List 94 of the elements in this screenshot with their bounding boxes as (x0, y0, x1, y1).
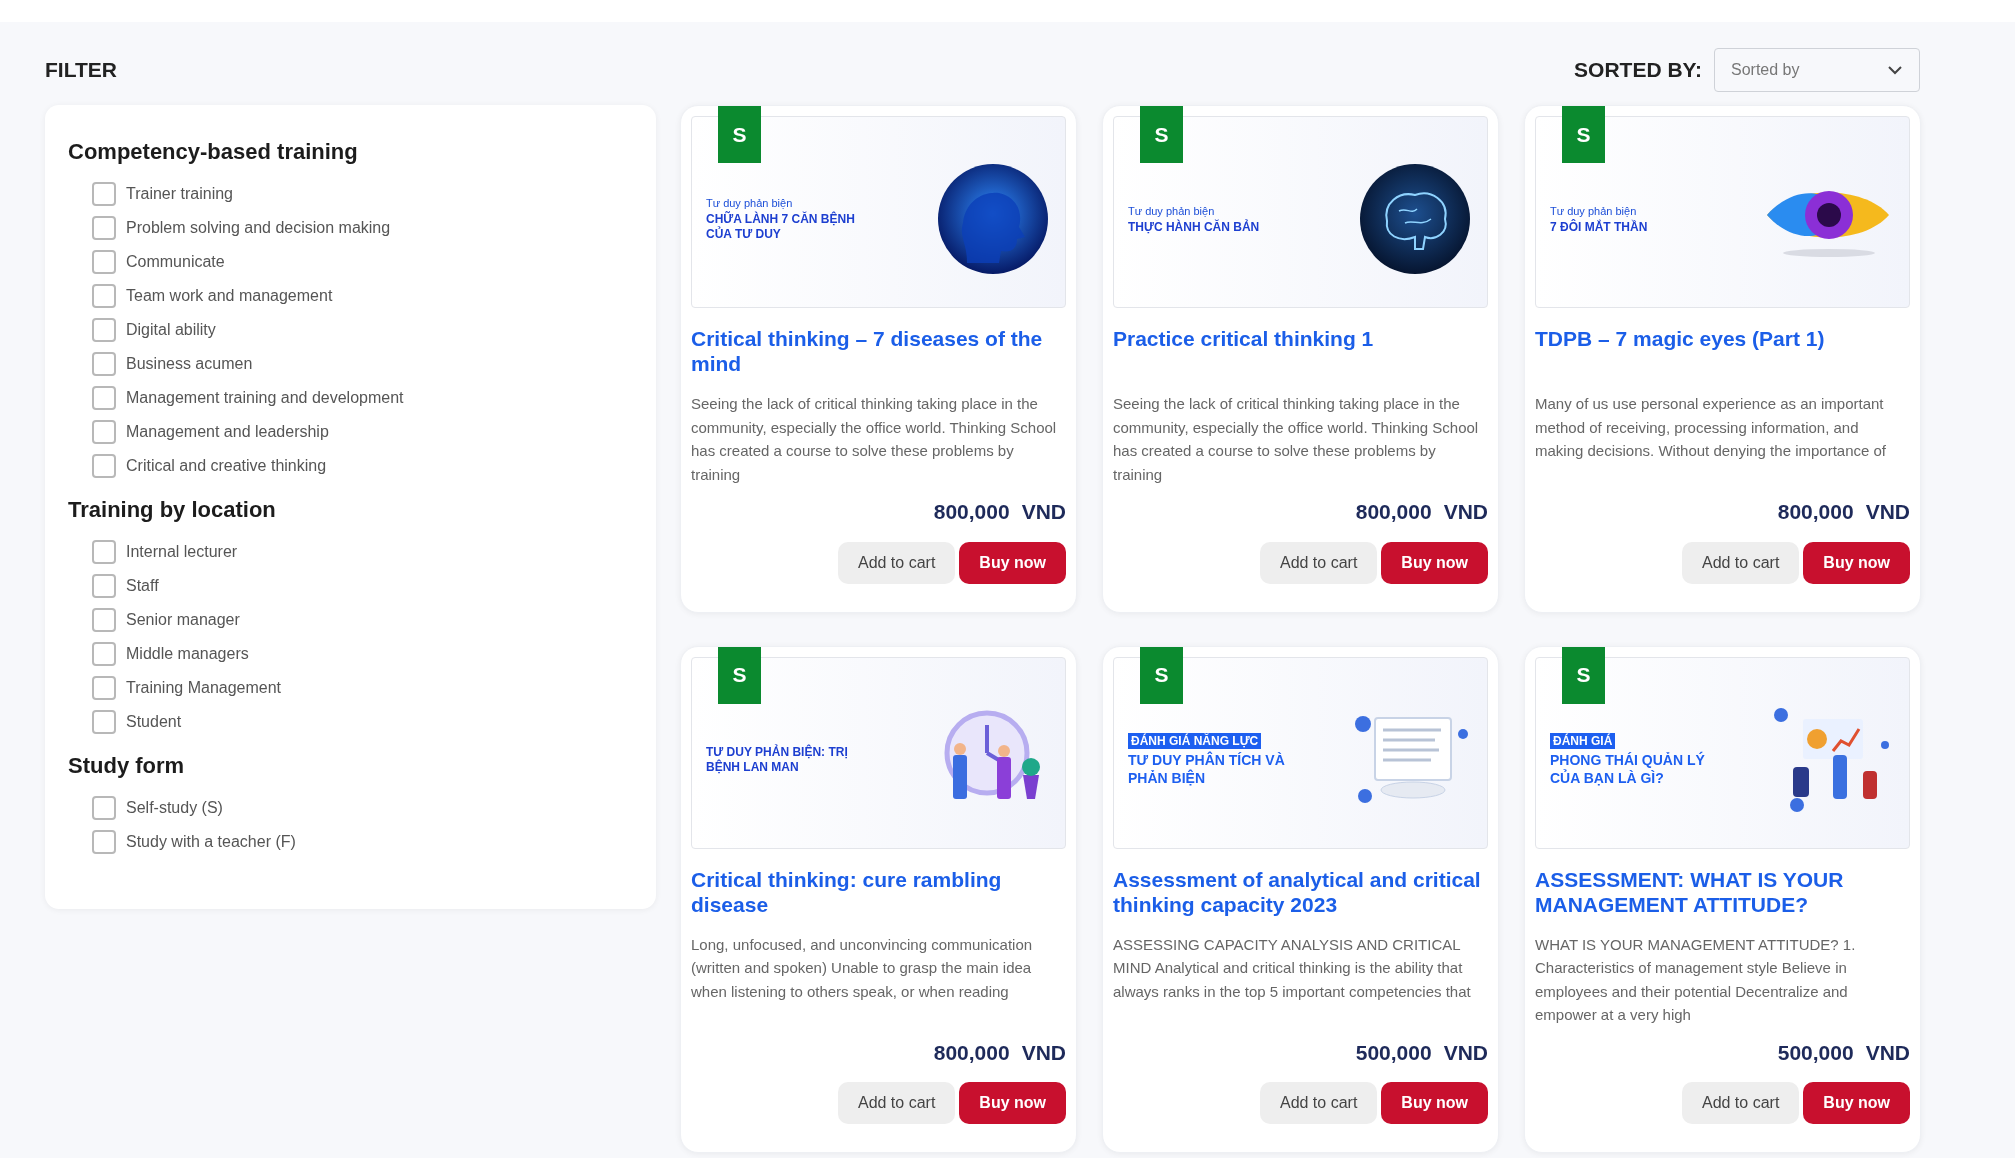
add-to-cart-button[interactable]: Add to cart (837, 1082, 956, 1124)
course-description: Long, unfocused, and unconvincing communication (written and spoken) Unable to grasp the main idea when listening to others speak, or when reading (691, 934, 1034, 1002)
add-to-cart-button[interactable]: Add to cart (1259, 541, 1378, 584)
banner-tag: ĐÁNH GIÁ NĂNG LỰC (1128, 732, 1262, 749)
filter-checkbox[interactable] (92, 608, 116, 632)
course-badge: S (718, 646, 761, 704)
course-badge: S (1140, 646, 1183, 704)
filter-option-label[interactable]: Training Management (126, 676, 282, 700)
course-price: 500,000 (1777, 1039, 1854, 1066)
buy-now-button[interactable]: Buy now (1381, 1082, 1488, 1124)
banner-tagline: Tư duy phản biện (1128, 203, 1216, 218)
filter-option-label[interactable]: Self-study (S) (126, 796, 223, 820)
filter-checkbox[interactable] (92, 540, 116, 564)
banner-tag: ĐÁNH GIÁ (1550, 732, 1616, 749)
course-badge: S (718, 106, 761, 163)
filter-checkbox[interactable] (92, 250, 116, 274)
filter-checkbox[interactable] (92, 830, 116, 854)
filter-option-label[interactable]: Trainer training (126, 182, 233, 206)
sort-label: SORTED BY: (1574, 57, 1702, 84)
filter-option-label[interactable]: Study with a teacher (F) (126, 830, 296, 854)
filter-checkbox[interactable] (92, 284, 116, 308)
course-description: Seeing the lack of critical thinking taking place in the community, especially the office world. Thinking School has created a course to solve these problems by training (1113, 394, 1480, 485)
add-to-cart-button[interactable]: Add to cart (1259, 1082, 1378, 1124)
banner-headline: CHỮA LÀNH 7 CĂN BỆNH CỦA TƯ DUY (706, 212, 856, 242)
course-title[interactable]: ASSESSMENT: WHAT IS YOUR MANAGEMENT ATTITUDE? (1535, 866, 1910, 917)
course-title[interactable]: Assessment of analytical and critical thinking capacity 2023 (1113, 866, 1488, 917)
filter-checkbox[interactable] (92, 676, 116, 700)
course-price: 500,000 (1355, 1039, 1432, 1066)
filter-option-label[interactable]: Middle managers (126, 642, 249, 666)
currency: VND (1865, 499, 1910, 525)
filter-checkbox[interactable] (92, 182, 116, 206)
filter-group-heading: Study form (68, 752, 186, 780)
buy-now-button[interactable]: Buy now (959, 541, 1066, 584)
filter-group-heading: Training by location (68, 496, 277, 524)
course-description: Seeing the lack of critical thinking taking place in the community, especially the office world. Thinking School has created a course to solve these problems by training (691, 394, 1058, 485)
filter-checkbox[interactable] (92, 454, 116, 478)
chevron-down-icon (1887, 65, 1903, 75)
sort-dropdown[interactable]: Sorted by (1714, 48, 1920, 92)
banner-headline: PHONG THÁI QUẢN LÝ CỦA BẠN LÀ GÌ? (1550, 750, 1706, 787)
filter-checkbox[interactable] (92, 710, 116, 734)
filter-checkbox[interactable] (92, 318, 116, 342)
add-to-cart-button[interactable]: Add to cart (1681, 541, 1800, 584)
buy-now-button[interactable]: Buy now (1803, 1082, 1910, 1124)
course-badge: S (1562, 646, 1605, 704)
course-price: 800,000 (1355, 499, 1432, 525)
filter-option-label[interactable]: Digital ability (126, 318, 216, 342)
add-to-cart-button[interactable]: Add to cart (1681, 1082, 1800, 1124)
course-title[interactable]: Critical thinking: cure rambling disease (691, 866, 1066, 917)
banner-tagline: Tư duy phản biện (1550, 203, 1638, 218)
buy-now-button[interactable]: Buy now (1381, 541, 1488, 584)
filter-option-label[interactable]: Staff (126, 574, 159, 598)
buy-now-button[interactable]: Buy now (1803, 541, 1910, 584)
course-price: 800,000 (1777, 499, 1854, 525)
filter-option-label[interactable]: Management training and development (126, 386, 404, 410)
filter-option-label[interactable]: Critical and creative thinking (126, 454, 327, 478)
filter-checkbox[interactable] (92, 216, 116, 240)
banner-headline: 7 ĐÔI MẮT THẦN (1550, 219, 1649, 235)
filter-checkbox[interactable] (92, 386, 116, 410)
course-title[interactable]: Critical thinking – 7 diseases of the mind (691, 326, 1066, 376)
filter-option-label[interactable]: Team work and management (126, 284, 333, 308)
filter-checkbox[interactable] (92, 352, 116, 376)
currency: VND (1443, 1039, 1488, 1066)
currency: VND (1443, 499, 1488, 525)
banner-headline: TƯ DUY PHẢN BIỆN: TRỊ BỆNH LAN MAN (706, 744, 849, 775)
add-to-cart-button[interactable]: Add to cart (837, 541, 956, 584)
banner-headline: THỰC HÀNH CĂN BẢN (1128, 219, 1261, 235)
filter-option-label[interactable]: Student (126, 710, 182, 734)
currency: VND (1865, 1039, 1910, 1066)
filter-checkbox[interactable] (92, 420, 116, 444)
filter-option-label[interactable]: Business acumen (126, 352, 253, 376)
currency: VND (1021, 499, 1066, 525)
course-price: 800,000 (933, 499, 1010, 525)
filter-option-label[interactable]: Senior manager (126, 608, 240, 632)
course-badge: S (1140, 106, 1183, 163)
course-description: Many of us use personal experience as an important method of receiving, processing information, and making decisions. Without denying the importance of (1535, 394, 1888, 461)
filter-option-label[interactable]: Problem solving and decision making (126, 216, 391, 240)
filter-option-label[interactable]: Communicate (126, 250, 225, 274)
course-description: ASSESSING CAPACITY ANALYSIS AND CRITICAL MIND Analytical and critical thinking is the ability that always ranks in the top 5 important competencies that (1113, 934, 1472, 1002)
filter-checkbox[interactable] (92, 642, 116, 666)
banner-headline: TƯ DUY PHÂN TÍCH VÀ PHẢN BIỆN (1128, 750, 1286, 787)
course-badge: S (1562, 106, 1605, 163)
filter-option-label[interactable]: Internal lecturer (126, 540, 238, 564)
course-description: WHAT IS YOUR MANAGEMENT ATTITUDE? 1. Characteristics of management style Believe in employees and their potential Decentralize and empower at a very high (1535, 934, 1857, 1025)
course-title[interactable]: Practice critical thinking 1 (1113, 326, 1488, 351)
currency: VND (1021, 1039, 1066, 1066)
buy-now-button[interactable]: Buy now (959, 1082, 1066, 1124)
filter-checkbox[interactable] (92, 796, 116, 820)
filter-checkbox[interactable] (92, 574, 116, 598)
filter-title: FILTER (45, 57, 117, 84)
filter-group-heading: Competency-based training (68, 138, 359, 166)
banner-tagline: Tư duy phản biện (706, 196, 794, 210)
course-price: 800,000 (933, 1039, 1010, 1066)
course-title[interactable]: TDPB – 7 magic eyes (Part 1) (1535, 326, 1910, 351)
filter-option-label[interactable]: Management and leadership (126, 420, 329, 444)
